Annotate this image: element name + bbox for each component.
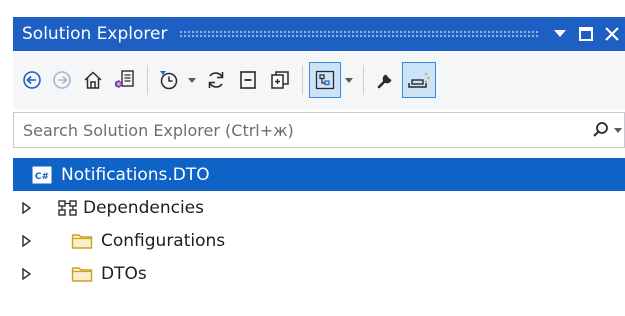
sync-refresh-icon	[208, 72, 224, 88]
tree-item-dependencies[interactable]: Dependencies	[13, 191, 625, 224]
collapse-all-button[interactable]	[232, 62, 264, 98]
preview-pane-button[interactable]	[402, 62, 436, 98]
expand-arrow-icon[interactable]	[17, 191, 35, 224]
pending-changes-filter-dropdown[interactable]	[184, 62, 200, 98]
forward-arrow-icon	[53, 71, 71, 89]
home-icon	[84, 71, 102, 89]
preview-pane-icon	[408, 72, 430, 88]
solution-tree: C# Notifications.DTO Dependencies Config…	[13, 158, 625, 290]
close-button[interactable]	[599, 17, 625, 51]
preview-selected-items-button[interactable]	[309, 62, 341, 98]
search-input[interactable]	[14, 112, 578, 148]
window-title: Solution Explorer	[22, 24, 168, 44]
tree-item-project[interactable]: C# Notifications.DTO	[13, 158, 625, 191]
chevron-down-icon	[345, 77, 353, 83]
search-options-button[interactable]	[578, 113, 624, 147]
switch-views-icon	[115, 70, 134, 88]
expand-arrow-icon[interactable]	[17, 257, 35, 290]
title-grip[interactable]	[179, 30, 539, 38]
show-all-files-button[interactable]	[264, 62, 296, 98]
tree-item-dtos[interactable]: DTOs	[13, 257, 625, 290]
toolbar-separator	[302, 65, 303, 95]
pending-changes-filter-button[interactable]	[154, 62, 184, 98]
window-menu-button[interactable]	[547, 17, 573, 51]
switch-views-button[interactable]	[109, 62, 141, 98]
toolbar-separator	[147, 65, 148, 95]
dropdown-arrow-icon	[554, 30, 566, 37]
chevron-down-icon	[614, 127, 622, 133]
tree-item-configurations[interactable]: Configurations	[13, 224, 625, 257]
title-bar: Solution Explorer	[13, 17, 625, 51]
show-all-files-icon	[271, 71, 289, 89]
preview-selected-items-icon	[315, 70, 335, 90]
tree-item-label: Configurations	[101, 230, 226, 251]
back-button[interactable]	[17, 62, 47, 98]
back-arrow-icon	[23, 71, 41, 89]
expand-arrow-icon[interactable]	[17, 224, 35, 257]
properties-wrench-icon	[377, 74, 392, 89]
tree-item-label: DTOs	[101, 263, 147, 284]
tree-item-label: Dependencies	[83, 197, 204, 218]
solution-explorer-window: Solution Explorer Search Solution Explor…	[0, 0, 625, 316]
csharp-project-icon: C#	[31, 158, 53, 191]
sync-refresh-button[interactable]	[200, 62, 232, 98]
forward-button[interactable]	[47, 62, 77, 98]
svg-text:C#: C#	[35, 172, 49, 182]
search-icon	[593, 122, 608, 137]
properties-button[interactable]	[370, 62, 402, 98]
close-icon	[605, 27, 619, 41]
maximize-button[interactable]	[573, 17, 599, 51]
pending-changes-filter-icon	[160, 71, 178, 90]
toolbar-separator	[363, 65, 364, 95]
maximize-icon	[579, 27, 593, 41]
home-button[interactable]	[77, 62, 109, 98]
folder-icon	[71, 257, 93, 290]
dependencies-icon	[57, 191, 79, 224]
preview-selected-items-dropdown[interactable]	[341, 62, 357, 98]
search-box	[13, 112, 625, 148]
folder-icon	[71, 224, 93, 257]
toolbar	[13, 51, 625, 109]
collapse-all-icon	[240, 71, 256, 89]
chevron-down-icon	[188, 77, 196, 83]
tree-item-label: Notifications.DTO	[61, 164, 210, 185]
